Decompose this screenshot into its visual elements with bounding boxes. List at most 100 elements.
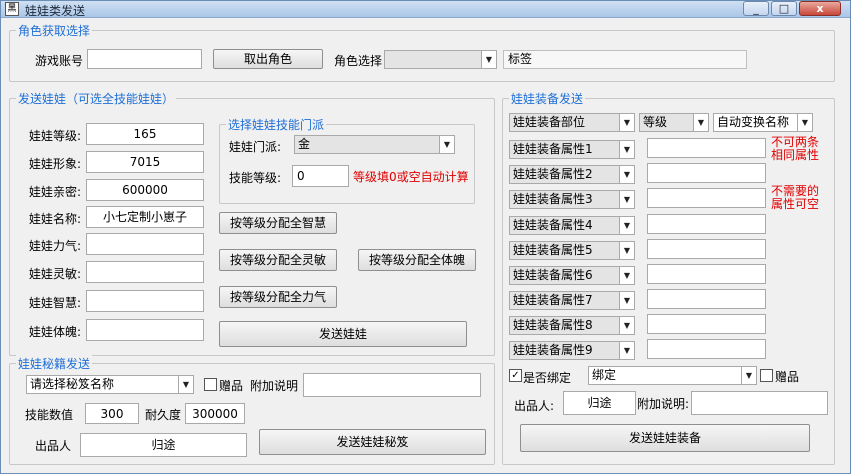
equip-attr-select-6[interactable]: 娃娃装备属性6 ▼ (509, 266, 635, 285)
skill-level-input[interactable]: 0 (292, 165, 349, 187)
equip-attr-label-8: 娃娃装备属性8 (513, 318, 593, 332)
secret-select[interactable]: 请选择秘笈名称 ▼ (26, 375, 194, 394)
equip-attr-select-8[interactable]: 娃娃装备属性8 ▼ (509, 316, 635, 335)
fetch-role-button[interactable]: 取出角色 (213, 49, 323, 69)
doll-agility-input[interactable] (86, 261, 204, 283)
role-select-label: 角色选择 (334, 54, 383, 68)
minimize-button[interactable]: _ (743, 1, 769, 16)
equip-part-select[interactable]: 娃娃装备部位 ▼ (509, 113, 635, 132)
equip-attr-input-8[interactable] (647, 314, 766, 334)
secret-producer-input[interactable]: 归途 (80, 433, 247, 457)
chevron-down-icon: ▼ (619, 166, 634, 183)
equip-attr-select-7[interactable]: 娃娃装备属性7 ▼ (509, 291, 635, 310)
role-select[interactable]: ▼ (384, 50, 497, 69)
equip-level-select[interactable]: 等级 ▼ (639, 113, 709, 132)
school-label: 娃娃门派: (229, 140, 282, 154)
equip-attr-input-6[interactable] (647, 264, 766, 284)
doll-body-label: 娃娃体魄: (29, 325, 82, 339)
equip-attr-select-1[interactable]: 娃娃装备属性1 ▼ (509, 140, 635, 159)
equip-section-legend: 娃娃装备发送 (509, 90, 586, 107)
account-label: 游戏账号 (35, 54, 84, 68)
equip-producer-label: 出品人: (514, 399, 555, 413)
send-secret-button[interactable]: 发送娃娃秘笈 (259, 429, 486, 455)
secret-durability-input[interactable]: 300000 (185, 403, 245, 424)
role-section-legend: 角色获取选择 (16, 22, 93, 39)
chevron-down-icon: ▼ (178, 376, 193, 393)
doll-strength-input[interactable] (86, 233, 204, 255)
bind-checkbox[interactable]: ✓ (509, 369, 522, 382)
equip-attr-label-6: 娃娃装备属性6 (513, 268, 593, 282)
send-equip-button[interactable]: 发送娃娃装备 (520, 424, 810, 452)
account-input[interactable] (87, 49, 202, 69)
doll-name-label: 娃娃名称: (29, 212, 82, 226)
equip-gift-checkbox[interactable] (760, 369, 773, 382)
equip-attr-select-3[interactable]: 娃娃装备属性3 ▼ (509, 190, 635, 209)
assign-wisdom-button[interactable]: 按等级分配全智慧 (219, 212, 337, 234)
secret-note-input[interactable] (303, 373, 481, 397)
equip-attr-label-4: 娃娃装备属性4 (513, 218, 593, 232)
skill-level-hint: 等级填0或空自动计算 (353, 170, 469, 184)
equip-attr-input-7[interactable] (647, 289, 766, 309)
secret-select-value: 请选择秘笈名称 (30, 377, 115, 391)
doll-strength-label: 娃娃力气: (29, 239, 82, 253)
equip-auto-name-select[interactable]: 自动变换名称 ▼ (713, 113, 813, 132)
doll-image-input[interactable]: 7015 (86, 151, 204, 173)
assign-strength-button[interactable]: 按等级分配全力气 (219, 286, 337, 308)
equip-note-label: 附加说明: (637, 397, 690, 411)
equip-attr-input-4[interactable] (647, 214, 766, 234)
window-title: 娃娃类发送 (25, 4, 86, 18)
equip-attr-input-1[interactable] (647, 138, 766, 158)
skill-school-legend: 选择娃娃技能门派 (226, 116, 327, 133)
send-doll-button[interactable]: 发送娃娃 (219, 321, 467, 347)
chevron-down-icon: ▼ (619, 191, 634, 208)
equip-attr-select-5[interactable]: 娃娃装备属性5 ▼ (509, 241, 635, 260)
equip-gift-label: 赠品 (775, 370, 800, 384)
doll-wisdom-label: 娃娃智慧: (29, 296, 82, 310)
equip-attr-select-4[interactable]: 娃娃装备属性4 ▼ (509, 216, 635, 235)
chevron-down-icon: ▼ (619, 342, 634, 359)
chevron-down-icon: ▼ (619, 292, 634, 309)
secret-note-label: 附加说明 (250, 379, 299, 393)
doll-level-label: 娃娃等级: (29, 129, 82, 143)
equip-note-1: 不可两条 相同属性 (771, 136, 819, 162)
close-button[interactable]: x (799, 1, 841, 16)
secret-gift-checkbox[interactable] (204, 378, 217, 391)
chevron-down-icon: ▼ (619, 267, 634, 284)
assign-agility-button[interactable]: 按等级分配全灵敏 (219, 249, 337, 271)
doll-level-input[interactable]: 165 (86, 123, 204, 145)
equip-attr-select-9[interactable]: 娃娃装备属性9 ▼ (509, 341, 635, 360)
equip-attr-input-2[interactable] (647, 163, 766, 183)
app-icon: 黑 (5, 2, 19, 16)
secret-gift-label: 赠品 (219, 379, 244, 393)
doll-image-label: 娃娃形象: (29, 157, 82, 171)
equip-producer-input[interactable]: 归途 (563, 391, 636, 415)
equip-level-value: 等级 (643, 115, 668, 129)
chevron-down-icon: ▼ (619, 217, 634, 234)
chevron-down-icon: ▼ (619, 317, 634, 334)
doll-intimacy-input[interactable]: 600000 (86, 179, 204, 201)
tag-field: 标签 (503, 50, 747, 69)
bind-select[interactable]: 绑定 ▼ (588, 366, 757, 385)
chevron-down-icon: ▼ (439, 136, 454, 153)
school-select[interactable]: 金 ▼ (294, 135, 455, 154)
bind-label: 是否绑定 (523, 371, 572, 385)
doll-body-input[interactable] (86, 319, 204, 341)
equip-attr-input-9[interactable] (647, 339, 766, 359)
doll-wisdom-input[interactable] (86, 290, 204, 312)
equip-attr-input-3[interactable] (647, 188, 766, 208)
assign-body-button[interactable]: 按等级分配全体魄 (358, 249, 476, 271)
equip-attr-label-3: 娃娃装备属性3 (513, 192, 593, 206)
doll-agility-label: 娃娃灵敏: (29, 267, 82, 281)
equip-note-input[interactable] (691, 391, 828, 415)
chevron-down-icon: ▼ (619, 141, 634, 158)
chevron-down-icon: ▼ (693, 114, 708, 131)
equip-attr-input-5[interactable] (647, 239, 766, 259)
secret-durability-label: 耐久度 (145, 408, 182, 422)
equip-auto-name-value: 自动变换名称 (717, 115, 790, 129)
doll-name-input[interactable]: 小七定制小崽子 (86, 206, 204, 228)
title-bar[interactable]: 黑 娃娃类发送 _ □ x (1, 1, 850, 18)
equip-attr-select-2[interactable]: 娃娃装备属性2 ▼ (509, 165, 635, 184)
maximize-button[interactable]: □ (771, 1, 797, 16)
secret-skill-value-input[interactable]: 300 (85, 403, 139, 424)
chevron-down-icon: ▼ (619, 242, 634, 259)
